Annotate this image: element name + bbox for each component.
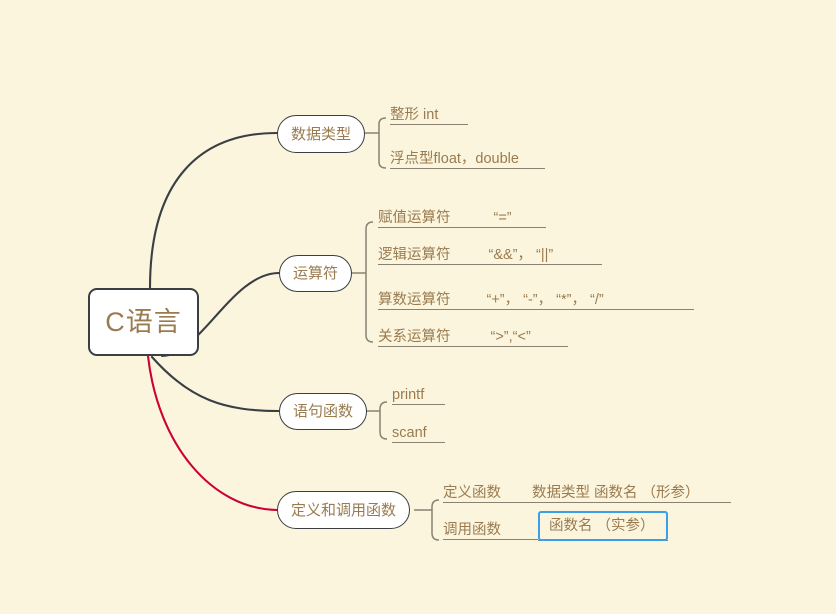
mindmap-canvas: C语言 数据类型 运算符 语句函数 定义和调用函数 整形 int 浮点型floa… [0, 0, 836, 614]
leaf-arithmetic-operator[interactable]: 算数运算符 “+”， “-”， “*”， “/” [378, 285, 694, 310]
leaf-relational-operator[interactable]: 关系运算符 “>”,“<” [378, 322, 568, 347]
leaf-float-double[interactable]: 浮点型float，double [390, 144, 545, 169]
leaf-define-function-title: 定义函数 [443, 484, 501, 501]
leaf-int-title: 整形 int [390, 106, 439, 123]
leaf-relational-operator-title: 关系运算符 [378, 328, 451, 345]
leaf-printf-title: printf [392, 386, 425, 403]
leaf-printf[interactable]: printf [392, 380, 445, 405]
subconnector-data-types-bracket2 [379, 118, 386, 133]
leaf-arithmetic-operator-title: 算数运算符 [378, 291, 451, 308]
leaf-relational-operator-detail: “>”,“<” [490, 328, 531, 345]
branch-curve-functions [146, 354, 279, 512]
leaf-assignment-operator[interactable]: 赋值运算符 “=” [378, 203, 546, 228]
leaf-call-function-value[interactable]: 函数名 （实参） [538, 511, 668, 541]
subconnector-data-types-bracket [378, 117, 387, 169]
root-node[interactable]: C语言 [88, 288, 199, 356]
leaf-arithmetic-operator-detail: “+”， “-”， “*”， “/” [486, 291, 604, 308]
leaf-scanf[interactable]: scanf [392, 418, 445, 443]
branch-node-functions-label: 定义和调用函数 [291, 501, 397, 519]
branch-curve-statements [150, 355, 281, 413]
subconnector-functions-bracket [431, 499, 440, 541]
branch-node-operators[interactable]: 运算符 [279, 255, 353, 292]
branch-node-statements[interactable]: 语句函数 [279, 393, 368, 430]
leaf-call-function-value-text: 函数名 （实参） [549, 517, 655, 534]
leaf-scanf-title: scanf [392, 424, 427, 441]
subconnector-operators-bracket [365, 221, 374, 343]
leaf-define-function[interactable]: 定义函数 数据类型 函数名 （形参） [443, 478, 731, 503]
leaf-int[interactable]: 整形 int [390, 100, 468, 125]
branch-curve-data-types [148, 131, 279, 290]
leaf-define-function-detail: 数据类型 函数名 （形参） [532, 484, 700, 501]
leaf-call-function-title: 调用函数 [443, 521, 501, 538]
branch-node-statements-label: 语句函数 [293, 403, 354, 420]
leaf-float-double-title: 浮点型float，double [390, 150, 519, 167]
leaf-logical-operator-detail: “&&”， “||” [488, 246, 554, 263]
root-node-label: C语言 [105, 306, 182, 337]
subconnector-statements-bracket [379, 401, 388, 440]
leaf-logical-operator-title: 逻辑运算符 [378, 246, 451, 263]
branch-node-functions[interactable]: 定义和调用函数 [277, 491, 411, 529]
branch-node-data-types-label: 数据类型 [291, 125, 352, 143]
leaf-logical-operator[interactable]: 逻辑运算符 “&&”， “||” [378, 240, 602, 265]
branch-node-data-types[interactable]: 数据类型 [277, 115, 366, 153]
leaf-call-function[interactable]: 调用函数 [443, 515, 538, 540]
branch-node-operators-label: 运算符 [293, 265, 339, 282]
leaf-assignment-operator-title: 赋值运算符 [378, 209, 451, 226]
leaf-assignment-operator-detail: “=” [493, 209, 512, 226]
